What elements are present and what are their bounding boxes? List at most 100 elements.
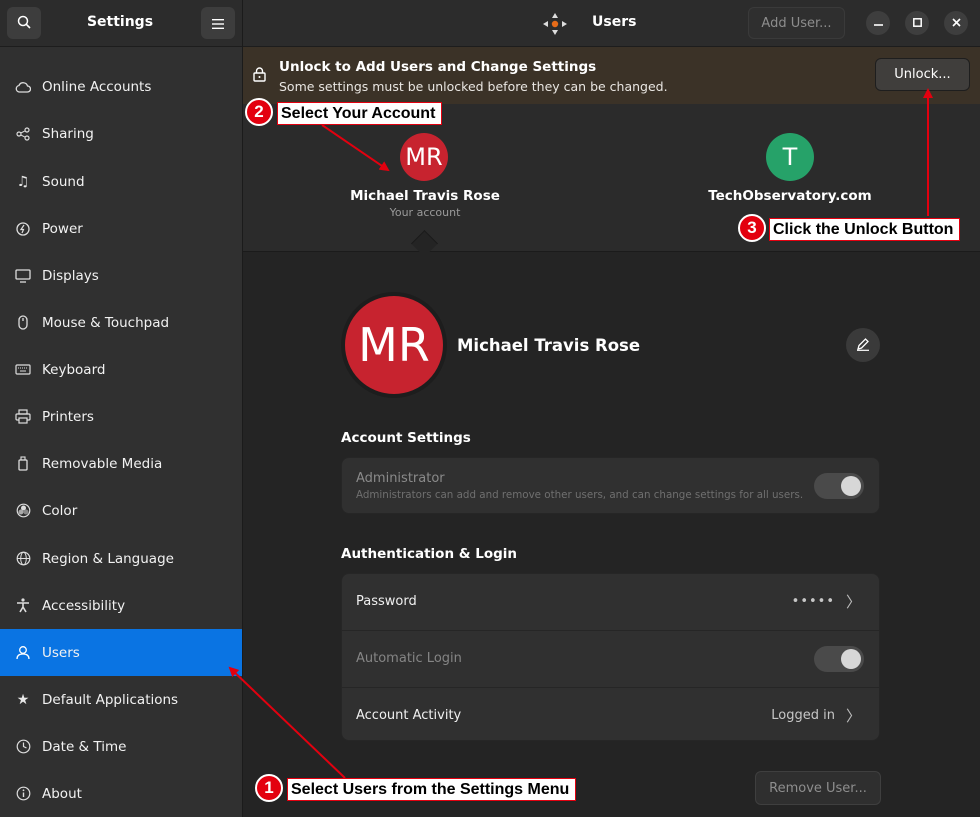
- password-label: Password: [356, 594, 417, 609]
- annotation-label-1: Select Users from the Settings Menu: [287, 778, 577, 801]
- annotation-number-2: 2: [245, 98, 273, 126]
- profile-avatar[interactable]: MR: [341, 292, 447, 398]
- unlock-button[interactable]: Unlock...: [875, 58, 970, 91]
- sidebar-header: Settings: [0, 0, 242, 47]
- sidebar-item-label: Accessibility: [42, 597, 126, 614]
- user-avatar-techobservatory[interactable]: T: [766, 133, 814, 181]
- annotation-label-2: Select Your Account: [277, 102, 443, 125]
- close-icon: [951, 16, 961, 31]
- star-icon: ★: [16, 691, 30, 708]
- administrator-description: Administrators can add and remove other …: [356, 489, 804, 501]
- automatic-login-label: Automatic Login: [356, 651, 462, 666]
- sidebar-item-displays[interactable]: Displays: [0, 252, 242, 299]
- music-note-icon: ♫: [16, 173, 30, 190]
- automatic-login-row: Automatic Login: [342, 631, 879, 688]
- sidebar-item-power[interactable]: Power: [0, 205, 242, 252]
- user-name-techobservatory[interactable]: TechObservatory.com: [690, 188, 890, 204]
- info-icon: [14, 786, 32, 801]
- sidebar-item-online-accounts[interactable]: Online Accounts: [0, 63, 242, 110]
- share-icon: [14, 126, 32, 141]
- users-icon: [14, 645, 32, 660]
- sidebar-item-label: Users: [42, 644, 80, 661]
- sidebar-item-region-language[interactable]: Region & Language: [0, 535, 242, 582]
- search-button[interactable]: [7, 7, 41, 39]
- password-value: •••••: [791, 594, 835, 609]
- sidebar-item-date-time[interactable]: Date & Time: [0, 723, 242, 770]
- banner-subtitle: Some settings must be unlocked before th…: [279, 79, 668, 94]
- lock-icon: [253, 67, 266, 86]
- sidebar-item-label: Mouse & Touchpad: [42, 314, 170, 331]
- minimize-button[interactable]: [866, 11, 890, 35]
- password-row[interactable]: Password ••••• 〉: [342, 574, 879, 631]
- account-activity-row[interactable]: Account Activity Logged in 〉: [342, 688, 879, 740]
- authentication-card: Password ••••• 〉 Automatic Login Account…: [341, 573, 880, 741]
- sidebar-item-printers[interactable]: Printers: [0, 393, 242, 440]
- sidebar-item-label: Sharing: [42, 125, 94, 142]
- sidebar-item-users[interactable]: Users: [0, 629, 242, 676]
- main-menu-button[interactable]: [201, 7, 235, 39]
- sidebar-item-default-applications[interactable]: ★ Default Applications: [0, 676, 242, 723]
- maximize-icon: [912, 16, 922, 31]
- toggle-knob: [841, 649, 861, 669]
- sidebar-item-sound[interactable]: ♫ Sound: [0, 158, 242, 205]
- sidebar: Settings Online Accounts Sharing ♫ Sound…: [0, 0, 243, 817]
- sidebar-item-label: Displays: [42, 267, 99, 284]
- sidebar-item-label: Keyboard: [42, 361, 106, 378]
- your-account-caption: Your account: [389, 206, 461, 219]
- color-icon: [14, 503, 32, 518]
- sidebar-item-label: About: [42, 785, 82, 802]
- toggle-knob: [841, 476, 861, 496]
- accessibility-icon: [14, 598, 32, 613]
- maximize-button[interactable]: [905, 11, 929, 35]
- sidebar-item-sharing[interactable]: Sharing: [0, 110, 242, 157]
- account-settings-heading: Account Settings: [341, 430, 471, 446]
- sidebar-item-label: Region & Language: [42, 550, 174, 567]
- user-name-michael[interactable]: Michael Travis Rose: [335, 188, 515, 204]
- unlock-banner: Unlock to Add Users and Change Settings …: [243, 47, 980, 104]
- sidebar-item-removable-media[interactable]: Removable Media: [0, 440, 242, 487]
- pencil-icon: [856, 336, 870, 355]
- sidebar-item-accessibility[interactable]: Accessibility: [0, 582, 242, 629]
- automatic-login-toggle[interactable]: [814, 646, 864, 672]
- account-activity-value: Logged in: [771, 708, 835, 723]
- sidebar-item-label: Removable Media: [42, 455, 163, 472]
- sidebar-item-label: Power: [42, 220, 83, 237]
- page-title: Users: [592, 14, 637, 30]
- minimize-icon: [873, 16, 883, 31]
- annotation-label-3: Click the Unlock Button: [769, 218, 961, 241]
- sidebar-title: Settings: [86, 14, 154, 30]
- display-icon: [14, 268, 32, 283]
- close-button[interactable]: [944, 11, 968, 35]
- administrator-toggle[interactable]: [814, 473, 864, 499]
- authentication-heading: Authentication & Login: [341, 546, 518, 562]
- sidebar-item-label: Date & Time: [42, 738, 127, 755]
- printer-icon: [14, 409, 32, 424]
- usb-drive-icon: [14, 456, 32, 471]
- selection-pointer: [411, 230, 438, 257]
- banner-title: Unlock to Add Users and Change Settings: [279, 59, 597, 75]
- chevron-right-icon: 〉: [845, 707, 861, 725]
- annotation-number-3: 3: [738, 214, 766, 242]
- edit-name-button[interactable]: [846, 328, 880, 362]
- remove-user-button[interactable]: Remove User...: [755, 771, 881, 805]
- sidebar-item-about[interactable]: About: [0, 770, 242, 817]
- administrator-label: Administrator: [356, 471, 445, 486]
- sidebar-item-keyboard[interactable]: Keyboard: [0, 346, 242, 393]
- sidebar-item-label: Printers: [42, 408, 94, 425]
- hamburger-menu-icon: [212, 14, 224, 33]
- sidebar-item-label: Online Accounts: [42, 78, 152, 95]
- mouse-icon: [14, 315, 32, 330]
- add-user-button[interactable]: Add User...: [748, 7, 845, 39]
- annotation-arrow-1: [228, 666, 346, 779]
- sidebar-item-mouse-touchpad[interactable]: Mouse & Touchpad: [0, 299, 242, 346]
- user-avatar-michael[interactable]: MR: [400, 133, 448, 181]
- sidebar-item-color[interactable]: Color: [0, 487, 242, 534]
- sidebar-item-label: Color: [42, 502, 78, 519]
- chevron-right-icon: 〉: [845, 593, 861, 611]
- search-icon: [17, 14, 31, 33]
- annotation-number-1: 1: [255, 774, 283, 802]
- users-settings-logo-icon: [541, 11, 569, 41]
- globe-icon: [14, 551, 32, 566]
- keyboard-icon: [14, 364, 32, 375]
- profile-avatar-initials: MR: [345, 296, 443, 394]
